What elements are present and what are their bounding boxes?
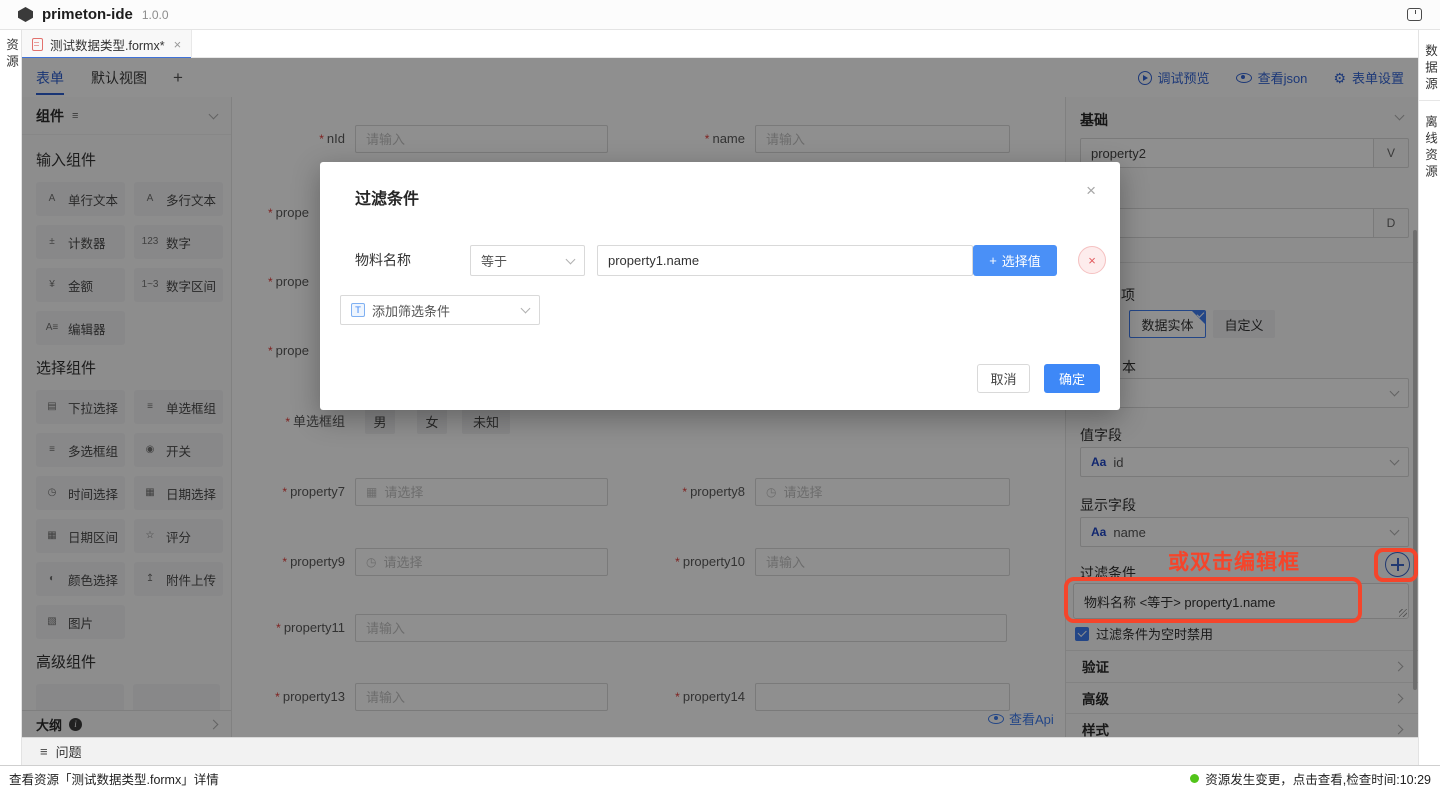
- status-left-text[interactable]: 查看资源「测试数据类型.formx」详情: [9, 769, 219, 788]
- filter-condition-modal: 过滤条件 × 物料名称 等于 +选择值 × T添加筛选条件 取消 确定: [320, 162, 1120, 410]
- document-tab-bar: 测试数据类型.formx* ×: [22, 30, 1418, 58]
- right-dock-strip: 数据源 离线资源: [1418, 30, 1440, 765]
- document-tab-title: 测试数据类型.formx*: [50, 35, 165, 54]
- title-bar: primeton-ide 1.0.0: [0, 0, 1440, 30]
- close-icon[interactable]: ×: [1086, 182, 1096, 199]
- app-name: primeton-ide: [42, 6, 133, 23]
- cancel-button[interactable]: 取消: [977, 364, 1030, 393]
- modal-title: 过滤条件: [355, 185, 419, 209]
- condition-field-label: 物料名称: [355, 245, 411, 276]
- document-tab[interactable]: 测试数据类型.formx* ×: [22, 30, 192, 58]
- app-logo-icon: [18, 7, 33, 22]
- operator-select[interactable]: 等于: [470, 245, 585, 276]
- ok-button[interactable]: 确定: [1044, 364, 1100, 393]
- status-right-text: 资源发生变更，点击查看,检查时间:10:29: [1205, 769, 1431, 788]
- chevron-down-icon: [521, 304, 531, 314]
- condition-value-input[interactable]: [597, 245, 973, 276]
- remove-condition-button[interactable]: ×: [1078, 246, 1106, 274]
- save-icon[interactable]: [1407, 8, 1422, 21]
- left-dock-strip: 资源: [0, 30, 22, 765]
- status-right[interactable]: 资源发生变更，点击查看,检查时间:10:29: [1190, 769, 1431, 788]
- select-value-button[interactable]: +选择值: [973, 245, 1057, 276]
- status-ok-icon: [1190, 774, 1199, 783]
- sidebar-tab-datasource[interactable]: 数据源: [1419, 38, 1440, 101]
- chevron-down-icon: [566, 254, 576, 264]
- status-bar: 查看资源「测试数据类型.formx」详情 资源发生变更，点击查看,检查时间:10…: [0, 765, 1440, 790]
- add-condition-select[interactable]: T添加筛选条件: [340, 295, 540, 325]
- app-window: primeton-ide 1.0.0 资源 数据源 离线资源 测试数据类型.fo…: [0, 0, 1440, 790]
- annotation-box-textarea: [1064, 577, 1362, 623]
- sidebar-tab-offline-resources[interactable]: 离线资源: [1419, 109, 1440, 187]
- plus-icon: +: [989, 253, 997, 268]
- text-input[interactable]: [608, 253, 962, 268]
- close-tab-icon[interactable]: ×: [174, 37, 182, 52]
- field-template-icon: T: [351, 303, 365, 317]
- problems-bar[interactable]: ≡ 问题: [22, 737, 1418, 765]
- annotation-box-plus: [1374, 548, 1418, 582]
- sidebar-tab-resources[interactable]: 资源: [0, 38, 21, 71]
- app-version: 1.0.0: [142, 8, 169, 22]
- list-icon: ≡: [40, 744, 48, 759]
- form-file-icon: [32, 38, 43, 51]
- annotation-hint-text: 或双击编辑框: [1168, 546, 1300, 576]
